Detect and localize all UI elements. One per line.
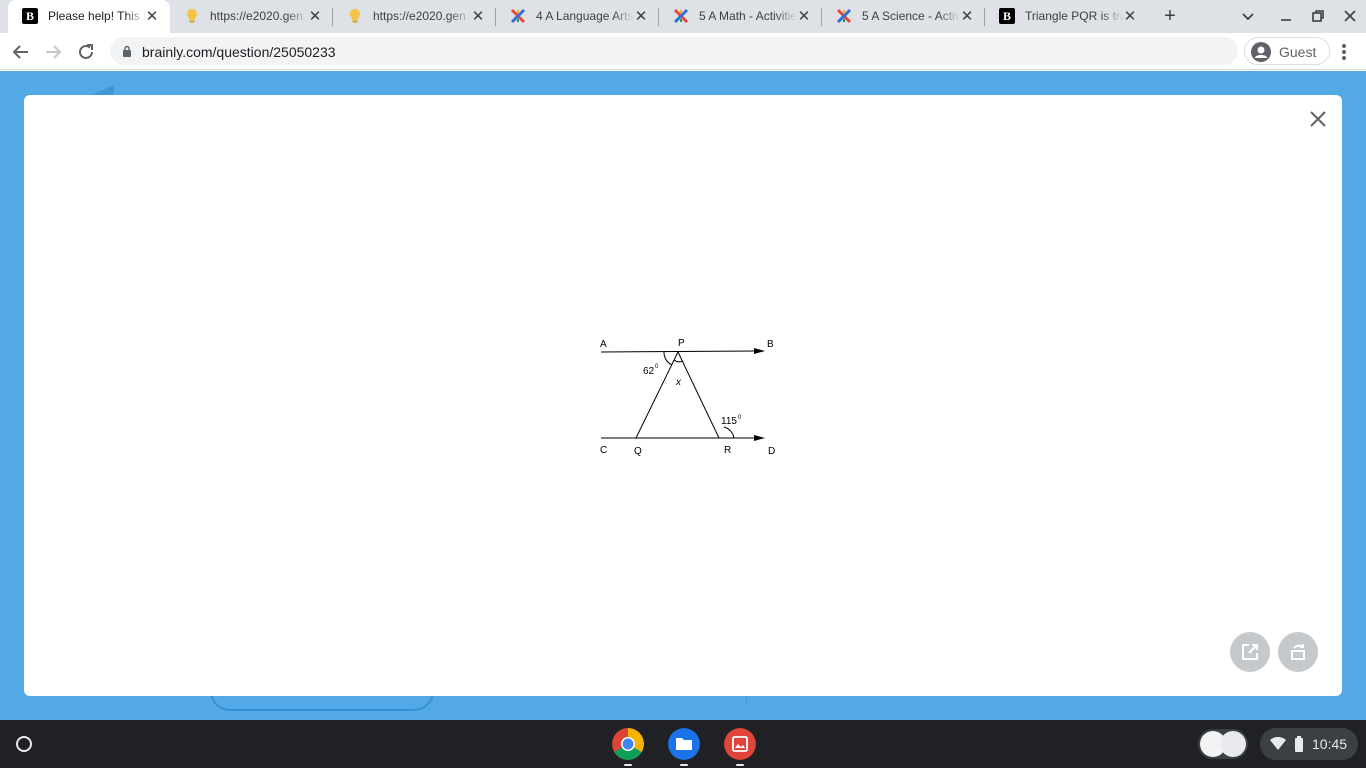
files-icon[interactable] [668, 728, 700, 760]
arrowhead-b [754, 348, 765, 354]
kebab-menu-icon[interactable] [1334, 41, 1354, 63]
triangle-diagram: A P B C Q R D 62 0 x 115 0 [600, 338, 775, 457]
label-p: P [678, 338, 685, 349]
angle-x-label: x [675, 377, 682, 388]
lightbulb-icon [184, 8, 200, 24]
tab-title: 4 A Language Arts [536, 9, 634, 23]
close-window-icon[interactable] [1340, 6, 1360, 26]
rotate-icon [1291, 644, 1305, 660]
degree-mark: 0 [655, 364, 659, 370]
tab-close-icon[interactable]: ✕ [144, 9, 160, 25]
line-ab [600, 350, 759, 353]
brainly-icon: B [999, 8, 1015, 24]
tab-title: Please help! This is [48, 9, 146, 23]
holding-space-thumbnails[interactable] [1198, 729, 1248, 759]
side-pr [677, 351, 720, 439]
colorful-x-icon [510, 8, 526, 24]
degree-mark: 0 [738, 415, 742, 421]
tab-math[interactable]: 5 A Math - Activitie ✕ [659, 0, 822, 33]
wifi-icon [1270, 737, 1286, 750]
tab-title: 5 A Math - Activitie [699, 9, 797, 23]
image-viewer-modal: A P B C Q R D 62 0 x 115 0 [24, 95, 1342, 696]
minimize-icon[interactable] [1276, 6, 1296, 26]
running-indicator [736, 764, 744, 766]
tab-close-icon[interactable]: ✕ [633, 9, 649, 25]
forward-arrow-icon[interactable] [42, 41, 64, 63]
profile-button[interactable]: Guest [1244, 37, 1330, 65]
tab-search-chevron-icon[interactable] [1238, 6, 1258, 26]
arc-62 [663, 351, 673, 366]
lightbulb-icon [347, 8, 363, 24]
os-shelf: 10:45 [0, 720, 1366, 768]
label-r: R [724, 445, 731, 456]
profile-label: Guest [1279, 44, 1317, 60]
tab-close-icon[interactable]: ✕ [470, 9, 486, 25]
tab-title: https://e2020.gen [373, 9, 466, 23]
guest-avatar-icon [1251, 42, 1271, 62]
browser-toolbar: brainly.com/question/25050233 Guest [0, 33, 1366, 70]
colorful-x-icon [673, 8, 689, 24]
rotate-image-button[interactable] [1278, 632, 1318, 672]
url-text: brainly.com/question/25050233 [142, 44, 336, 60]
tab-science[interactable]: 5 A Science - Activi ✕ [822, 0, 985, 33]
tab-please-help[interactable]: B Please help! This is ✕ [8, 0, 170, 33]
tab-language-arts[interactable]: 4 A Language Arts ✕ [496, 0, 659, 33]
tab-e2020-1[interactable]: https://e2020.gen ✕ [170, 0, 333, 33]
label-q: Q [634, 446, 642, 457]
lock-icon[interactable] [122, 45, 132, 57]
tab-title: Triangle PQR is tra [1025, 9, 1123, 23]
battery-icon [1295, 736, 1303, 752]
address-bar[interactable]: brainly.com/question/25050233 [110, 37, 1238, 65]
tab-triangle-pqr[interactable]: B Triangle PQR is tra ✕ [985, 0, 1148, 33]
tab-close-icon[interactable]: ✕ [307, 9, 323, 25]
restore-icon[interactable] [1308, 6, 1328, 26]
status-tray[interactable]: 10:45 [1260, 728, 1358, 760]
close-icon[interactable] [1308, 109, 1328, 129]
angle-115-label: 115 [721, 416, 737, 427]
arrowhead-d [754, 435, 765, 441]
running-indicator [680, 764, 688, 766]
arc-115 [723, 426, 735, 439]
tab-title: https://e2020.gen [210, 9, 303, 23]
tab-close-icon[interactable]: ✕ [796, 9, 812, 25]
chrome-icon[interactable] [612, 728, 644, 760]
label-c: C [600, 445, 607, 456]
launcher-circle-icon[interactable] [10, 730, 38, 758]
running-indicator [624, 764, 632, 766]
thumbnail [1220, 731, 1246, 757]
label-a: A [600, 339, 607, 350]
label-d: D [768, 446, 775, 457]
colorful-x-icon [836, 8, 852, 24]
tab-title: 5 A Science - Activi [862, 9, 960, 23]
tab-strip: B Please help! This is ✕ https://e2020.g… [0, 0, 1366, 33]
open-in-new-icon [1242, 644, 1258, 660]
label-b: B [767, 339, 774, 350]
reload-icon[interactable] [75, 41, 97, 63]
brainly-icon: B [22, 8, 38, 24]
tab-close-icon[interactable]: ✕ [959, 9, 975, 25]
tab-close-icon[interactable]: ✕ [1122, 9, 1138, 25]
gallery-icon[interactable] [724, 728, 756, 760]
page-backdrop: A P B C Q R D 62 0 x 115 0 [0, 71, 1366, 720]
angle-62-label: 62 [643, 366, 655, 377]
new-tab-plus-icon[interactable]: + [1160, 6, 1180, 26]
back-arrow-icon[interactable] [10, 41, 32, 63]
open-external-button[interactable] [1230, 632, 1270, 672]
clock-time: 10:45 [1312, 736, 1348, 752]
tab-e2020-2[interactable]: https://e2020.gen ✕ [333, 0, 496, 33]
